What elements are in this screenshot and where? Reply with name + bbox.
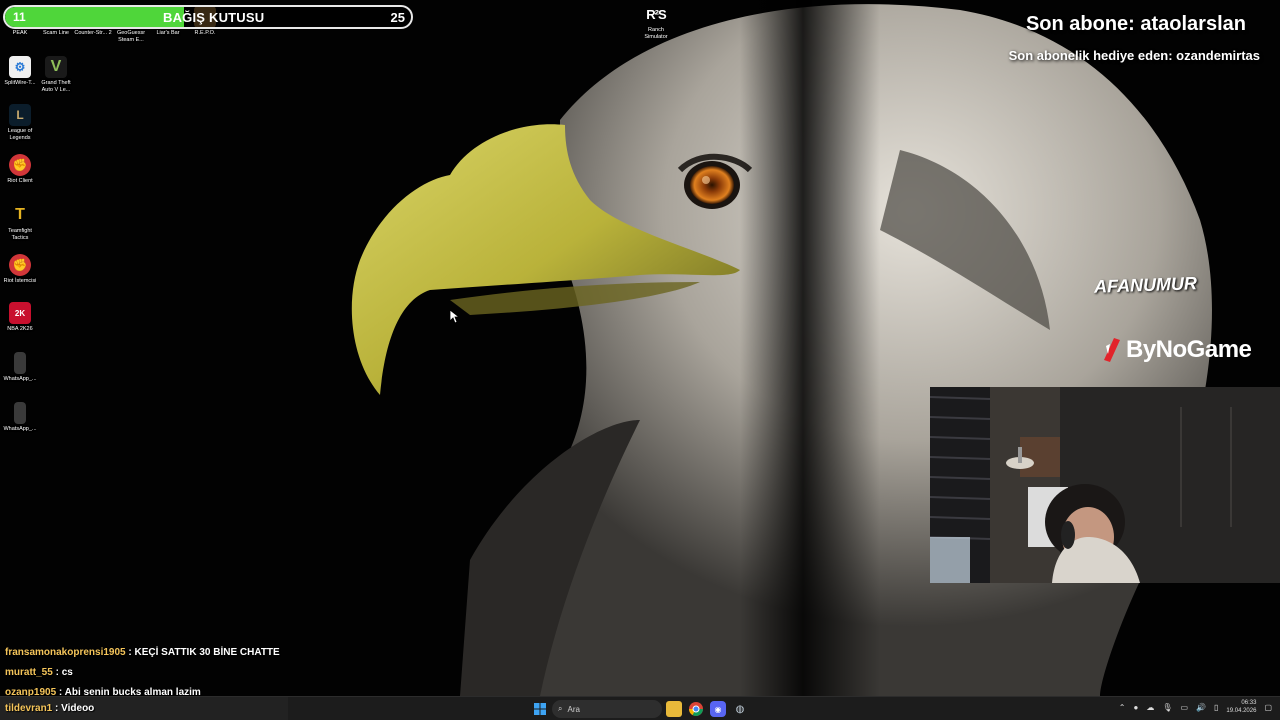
search-placeholder: Ara — [567, 704, 580, 714]
onedrive-icon[interactable]: ☁ — [1146, 703, 1154, 712]
clock-date: 19.04.2026 — [1226, 708, 1257, 714]
desktop-icon-whatsapp-file-2[interactable]: WhatsApp_... — [0, 402, 40, 433]
bynogame-text: ByNoGame — [1126, 336, 1252, 363]
chat-message: fransamonakoprensi1905 : KEÇİ SATTIK 30 … — [5, 647, 280, 658]
chrome-icon — [689, 702, 703, 716]
app-tray-icon[interactable]: ● — [1133, 703, 1138, 712]
whatsapp-file-icon — [14, 402, 26, 424]
steam-icon: ◍ — [735, 703, 745, 715]
search-icon: ⌕ — [558, 704, 563, 713]
sponsor-name: AFANUMUR — [1093, 273, 1198, 297]
last-subscriber-label: Son abone: ataolarslan — [1025, 13, 1246, 35]
discord-button[interactable]: ◉ — [710, 701, 726, 717]
donation-progress-bar: 11 BAĞIŞ KUTUSU 25 — [3, 5, 413, 29]
league-of-legends-icon: L — [9, 104, 31, 126]
system-tray: ⌃ ● ☁ 🎙 ▭ 🔊 ▯ 06:33 19.04.2026 ▢ — [1119, 699, 1272, 715]
desktop-icon-whatsapp-file-1[interactable]: WhatsApp_... — [0, 352, 40, 383]
chat-overlay: fransamonakoprensi1905 : KEÇİ SATTIK 30 … — [5, 643, 455, 703]
desktop-icon-gta-v[interactable]: V Grand Theft Auto V Le... — [36, 56, 76, 94]
teamfight-tactics-icon: T — [15, 206, 25, 223]
battery-icon[interactable]: ▯ — [1214, 703, 1218, 712]
chat-text: cs — [61, 667, 73, 678]
donation-title: BAĞIŞ KUTUSU — [163, 10, 265, 25]
notification-icon[interactable]: ▢ — [1264, 703, 1272, 712]
chat-text: Videoo — [61, 703, 95, 714]
whatsapp-file-icon — [14, 352, 26, 374]
taskbar-search-box[interactable]: ⌕ Ara — [552, 700, 662, 718]
chat-username: muratt_55 — [5, 667, 53, 678]
chat-text: KEÇİ SATTIK 30 BİNE CHATTE — [134, 647, 280, 658]
volume-icon[interactable]: 🔊 — [1196, 703, 1206, 712]
desktop-icon-league-of-legends[interactable]: L League of Legends — [0, 104, 40, 142]
donation-goal-value: 25 — [390, 10, 405, 25]
donation-progress-fill — [5, 7, 184, 27]
desktop-icon-riot-client[interactable]: ✊ Riot Client — [0, 154, 40, 185]
clock[interactable]: 06:33 19.04.2026 — [1226, 699, 1256, 715]
desktop-wallpaper — [0, 0, 1280, 696]
file-explorer-button[interactable] — [666, 701, 682, 717]
discord-icon: ◉ — [714, 704, 722, 714]
mouse-cursor-icon — [450, 310, 460, 324]
taskbar: tildevran1 : Videoo ⌕ Ara ◉ ◍ ⌃ ● ☁ 🎙 ▭ … — [0, 696, 1280, 720]
chrome-button[interactable] — [688, 701, 704, 717]
ranch-simulator-icon: R²S — [646, 7, 666, 22]
microphone-icon[interactable]: 🎙 — [1162, 703, 1172, 712]
chat-username: tildevran1 — [5, 703, 53, 714]
desktop-icon-splitwire[interactable]: ⚙ SplitWire-T... — [0, 56, 40, 87]
desktop-icon-ranch-simulator[interactable]: R²S Ranch Simulator — [636, 7, 676, 41]
clock-time: 06:33 — [1241, 700, 1257, 706]
chevron-up-icon[interactable]: ⌃ — [1119, 703, 1126, 712]
gta-v-icon: V — [45, 56, 67, 78]
windows-start-button[interactable] — [532, 701, 548, 717]
eagle-wallpaper-image — [351, 0, 1212, 696]
donation-current-value: 11 — [13, 10, 26, 24]
bynogame-mark-icon — [1104, 338, 1120, 362]
nba-2k26-icon: 2K — [9, 302, 31, 324]
chat-username: fransamonakoprensi1905 — [5, 647, 126, 658]
riot-istemcisi-icon: ✊ — [9, 254, 31, 276]
webcam-feed-image — [930, 387, 1280, 583]
desktop-icon-nba-2k26[interactable]: 2K NBA 2K26 — [0, 302, 40, 333]
chat-message: tildevran1 : Videoo — [5, 703, 95, 714]
windows-start-icon — [534, 703, 546, 715]
chat-message: muratt_55 : cs — [5, 667, 73, 678]
network-icon[interactable]: ▭ — [1180, 703, 1188, 712]
riot-client-icon: ✊ — [9, 154, 31, 176]
desktop-icon-teamfight-tactics[interactable]: T Teamfight Tactics — [0, 204, 40, 242]
steam-button[interactable]: ◍ — [732, 701, 748, 717]
webcam-overlay — [930, 387, 1280, 583]
bynogame-logo: ByNoGame — [1100, 336, 1252, 364]
splitwire-icon: ⚙ — [9, 56, 31, 78]
desktop-icon-riot-istemcisi[interactable]: ✊ Riot İstemcisi — [0, 254, 40, 285]
last-gift-sub-label: Son abonelik hediye eden: ozandemirtas — [1008, 48, 1260, 63]
